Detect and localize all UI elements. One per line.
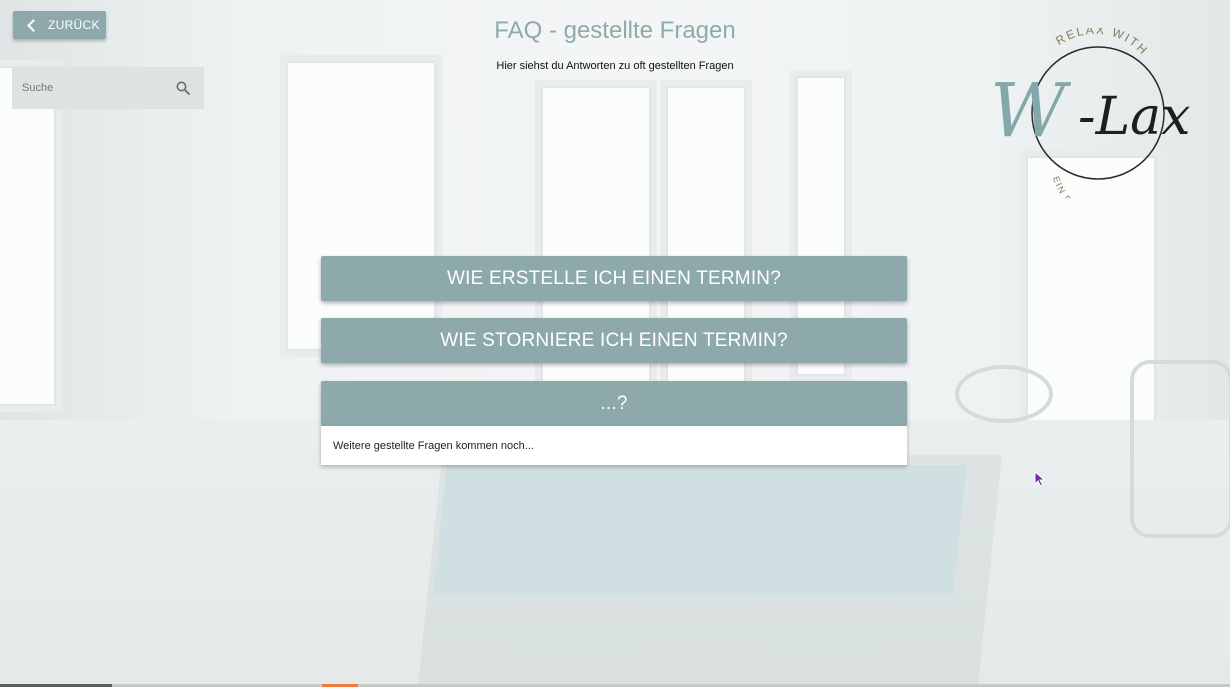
w-lax-logo: RELAX WITH EIN RAUM FÜR ALLE W -Lax	[990, 28, 1190, 198]
mouse-cursor-icon	[1034, 471, 1046, 487]
faq-item-more[interactable]: ...? Weitere gestellte Fragen kommen noc…	[321, 381, 907, 465]
faq-item-create-appointment[interactable]: WIE ERSTELLE ICH EINEN TERMIN?	[321, 256, 907, 301]
faq-question-button[interactable]: WIE ERSTELLE ICH EINEN TERMIN?	[321, 256, 907, 301]
faq-question-button[interactable]: ...?	[321, 381, 907, 426]
search-input[interactable]	[12, 67, 162, 109]
faq-answer: Weitere gestellte Fragen kommen noch...	[321, 426, 907, 465]
search-icon[interactable]	[176, 81, 190, 95]
svg-text:-Lax: -Lax	[1078, 87, 1190, 147]
svg-text:W: W	[990, 68, 1072, 154]
faq-item-cancel-appointment[interactable]: WIE STORNIERE ICH EINEN TERMIN?	[321, 318, 907, 363]
search-box	[12, 67, 204, 109]
faq-question-button[interactable]: WIE STORNIERE ICH EINEN TERMIN?	[321, 318, 907, 363]
